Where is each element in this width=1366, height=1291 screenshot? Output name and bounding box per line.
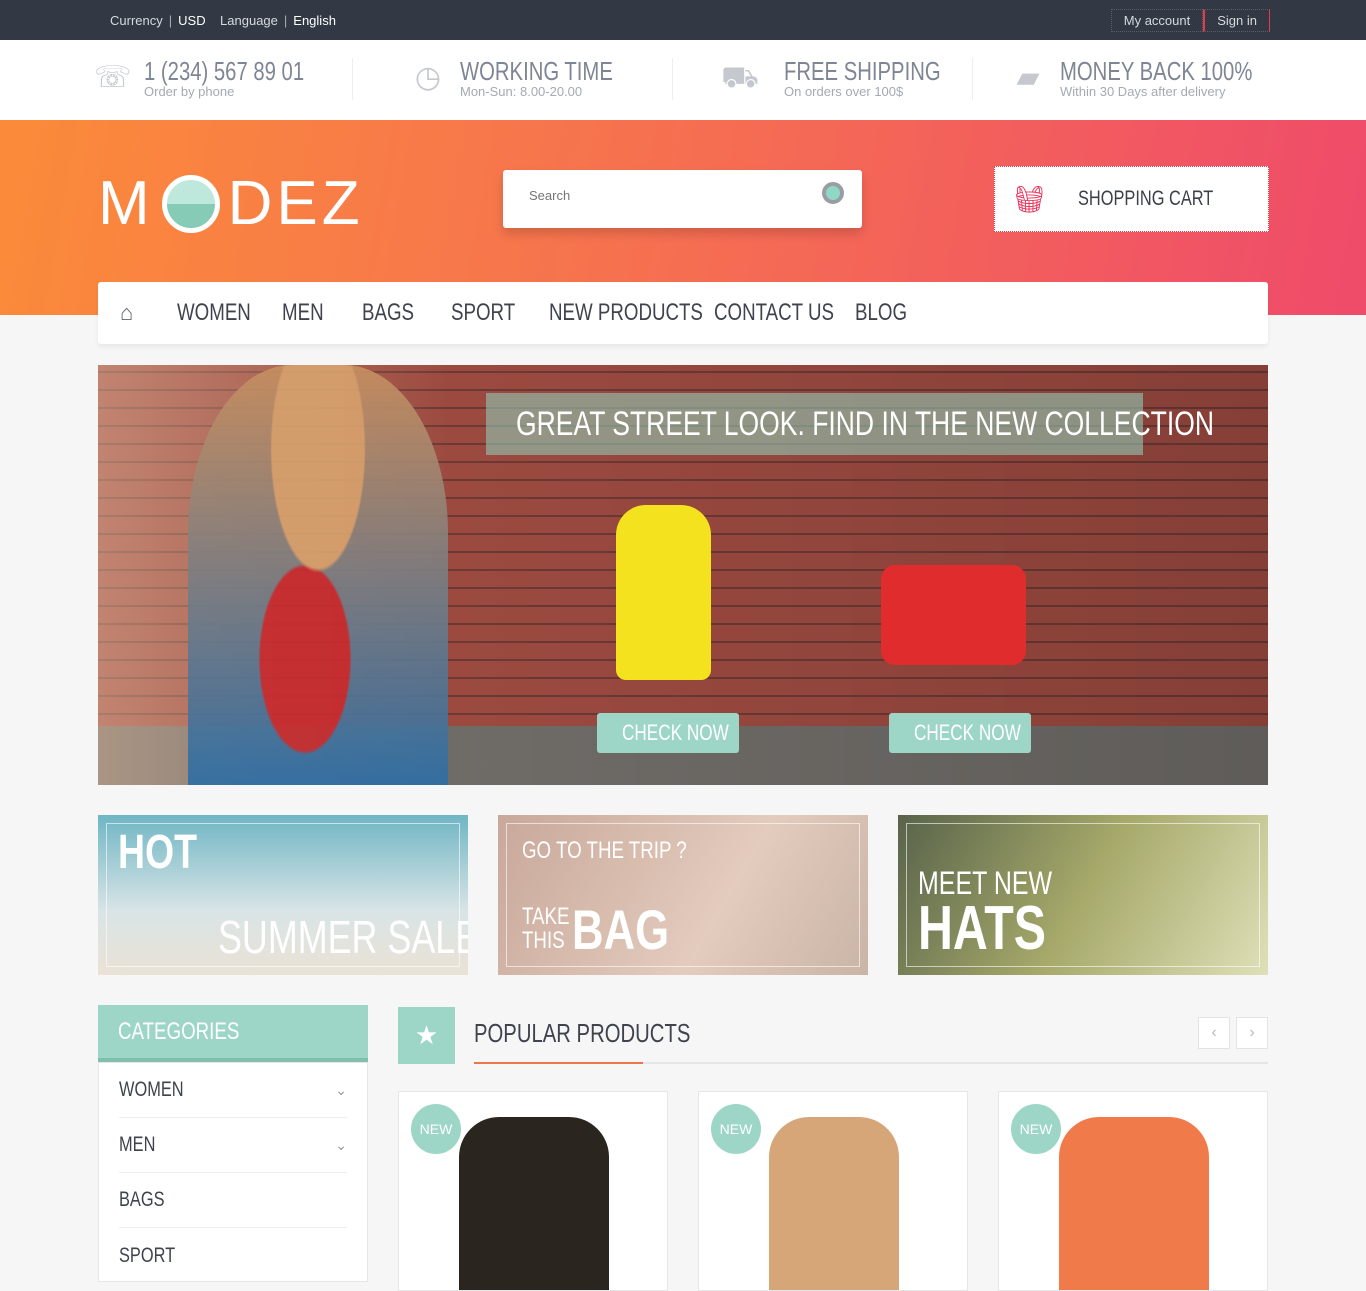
promo-text: THIS [522, 927, 565, 954]
hero-banner: GREAT STREET LOOK. FIND IN THE NEW COLLE… [98, 365, 1268, 785]
logo[interactable]: M DEZ [98, 168, 364, 239]
sign-in-link[interactable]: Sign in [1203, 9, 1270, 32]
section-divider [474, 1062, 1268, 1064]
cart-label: SHOPPING CART [1078, 187, 1214, 210]
basket-icon: 🧺︎ [1013, 183, 1047, 214]
language-selector[interactable]: English [293, 13, 336, 28]
product-image [459, 1117, 609, 1290]
product-image [1059, 1117, 1209, 1290]
product-card[interactable]: NEW [398, 1091, 668, 1291]
product-card[interactable]: NEW [998, 1091, 1268, 1291]
search-box [503, 170, 862, 228]
nav-women[interactable]: WOMEN [177, 299, 251, 327]
truck-icon: ⛟ [721, 60, 759, 94]
search-icon[interactable] [822, 182, 844, 204]
prev-arrow-icon[interactable]: ‹ [1198, 1017, 1230, 1049]
category-sport[interactable]: SPORT [119, 1228, 347, 1283]
new-badge: NEW [711, 1104, 761, 1154]
check-now-button[interactable]: CHECK NOW [622, 713, 729, 753]
category-bags[interactable]: BAGS [119, 1173, 347, 1228]
clock-icon: ◷ [414, 60, 442, 94]
logo-text: M [98, 169, 154, 238]
categories-list: WOMEN ⌄ MEN ⌄ BAGS SPORT [98, 1062, 368, 1282]
yellow-top-image [616, 505, 711, 680]
categories-title: CATEGORIES [118, 1018, 240, 1045]
nav-contact-us[interactable]: CONTACT US [714, 299, 834, 327]
currency-selector[interactable]: USD [178, 13, 205, 28]
next-arrow-icon[interactable]: › [1236, 1017, 1268, 1049]
language-label: Language [220, 13, 278, 28]
my-account-link[interactable]: My account [1110, 9, 1204, 32]
info-title: WORKING TIME [460, 56, 613, 86]
currency-label: Currency [110, 13, 163, 28]
shopping-cart-button[interactable]: 🧺︎ SHOPPING CART [994, 166, 1269, 232]
promo-text: HATS [918, 894, 1047, 963]
main-nav: ⌂ WOMEN MEN BAGS SPORT NEW PRODUCTS CONT… [98, 282, 1268, 344]
red-bag-image [881, 565, 1026, 665]
nav-bags[interactable]: BAGS [362, 299, 414, 327]
chevron-down-icon[interactable]: ⌄ [335, 1082, 347, 1099]
phone-icon: ☏ [94, 60, 132, 94]
star-icon: ★ [398, 1007, 455, 1064]
nav-blog[interactable]: BLOG [855, 299, 907, 327]
banner-title: GREAT STREET LOOK. FIND IN THE NEW COLLE… [516, 405, 1214, 443]
new-badge: NEW [1011, 1104, 1061, 1154]
promo-text: GO TO THE TRIP ? [522, 837, 687, 864]
model-image [188, 365, 448, 785]
new-badge: NEW [411, 1104, 461, 1154]
promo-text: SUMMER SALE [218, 911, 468, 963]
category-women[interactable]: WOMEN ⌄ [119, 1063, 347, 1118]
info-working-time: ◷ WORKING TIME Mon-Sun: 8.00-20.00 [410, 56, 656, 99]
promo-take-bag[interactable]: GO TO THE TRIP ? TAKE THIS BAG [498, 815, 868, 975]
info-money-back: ▰ MONEY BACK 100% Within 30 Days after del… [1010, 56, 1307, 99]
info-title: FREE SHIPPING [784, 56, 941, 86]
wallet-icon: ▰ [1016, 60, 1040, 94]
info-title: MONEY BACK 100% [1060, 56, 1253, 86]
nav-men[interactable]: MEN [282, 299, 324, 327]
category-men[interactable]: MEN ⌄ [119, 1118, 347, 1173]
logo-circle-icon [161, 174, 220, 233]
product-image [769, 1117, 899, 1290]
check-now-button[interactable]: CHECK NOW [914, 713, 1021, 753]
top-bar: Currency | USD Language | English My account… [0, 0, 1366, 40]
search-input[interactable] [529, 188, 799, 203]
nav-new-products[interactable]: NEW PRODUCTS [549, 299, 703, 327]
product-card[interactable]: NEW [698, 1091, 968, 1291]
info-title: 1 (234) 567 89 01 [144, 56, 305, 86]
promo-text: HOT [118, 826, 198, 879]
home-icon[interactable]: ⌂ [120, 300, 144, 326]
promo-summer-sale[interactable]: HOT SUMMER SALE [98, 815, 468, 975]
promo-text: BAG [572, 898, 670, 961]
promo-new-hats[interactable]: MEET NEW HATS [898, 815, 1268, 975]
logo-text: DEZ [227, 169, 364, 238]
popular-products-title: POPULAR PRODUCTS [474, 1018, 691, 1048]
chevron-down-icon[interactable]: ⌄ [335, 1137, 347, 1154]
nav-sport[interactable]: SPORT [451, 299, 515, 327]
info-strip: ☏ 1 (234) 567 89 01 Order by phone ◷ WORKIN… [0, 40, 1366, 120]
info-free-shipping: ⛟ FREE SHIPPING On orders over 100$ [710, 56, 985, 99]
info-phone: ☏ 1 (234) 567 89 01 Order by phone [94, 56, 349, 99]
